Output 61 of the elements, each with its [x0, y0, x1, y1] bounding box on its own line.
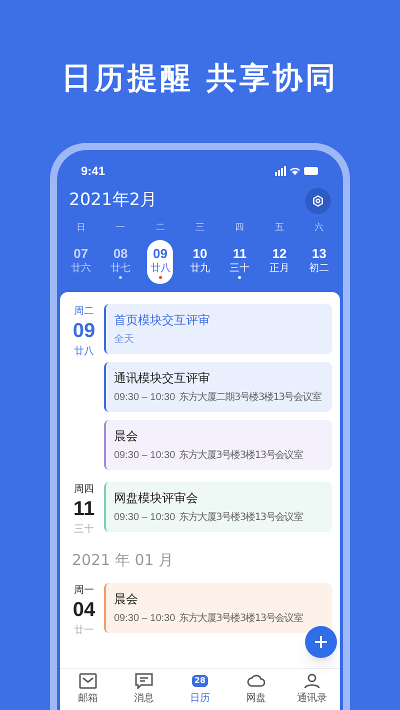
event-title: 首页模块交互评审 [114, 312, 211, 328]
weekday-text: 周二 [74, 304, 94, 318]
event-card[interactable]: 首页模块交互评审 全天 [104, 304, 332, 354]
date-number: 04 [72, 598, 96, 623]
weekday-label: 三 [194, 222, 206, 235]
day-cell[interactable]: 11 三十 [226, 240, 253, 284]
event-card[interactable]: 网盘模块评审会 09:30 – 10:30 东方大厦3号楼3楼13号会议室 [104, 482, 332, 532]
event-location: 东方大厦3号楼3楼13号会议室 [179, 612, 303, 626]
event-card[interactable]: 晨会 09:30 – 10:30 东方大厦3号楼3楼13号会议室 [104, 583, 332, 633]
weekday-label: 一 [115, 222, 126, 235]
day-cell[interactable]: 08 廿七 [108, 240, 134, 284]
event-time: 09:30 – 10:30 [114, 390, 176, 404]
month-heading: 2021 年 01 月 [71, 550, 175, 570]
lunar-text: 廿一 [74, 624, 94, 638]
day-cell[interactable]: 12 正月 [266, 240, 292, 284]
calendar-icon: 28 [192, 675, 208, 687]
tab-item[interactable]: 通讯录 [284, 673, 340, 706]
message-icon [135, 673, 153, 689]
date-number: 09 [72, 318, 96, 344]
event-title: 网盘模块评审会 [114, 490, 199, 506]
day-cell[interactable]: 07 廿六 [68, 240, 94, 284]
mail-icon [79, 673, 97, 689]
status-icons [275, 166, 319, 176]
day-cell[interactable]: 10 廿九 [186, 240, 213, 284]
event-time: 09:30 – 10:30 [114, 510, 176, 524]
event-time: 全天 [114, 332, 134, 346]
lunar-text: 廿八 [74, 344, 94, 358]
tab-item[interactable]: 邮箱 [60, 673, 116, 706]
weekday-text: 周四 [74, 482, 94, 496]
weekday-label: 日 [75, 222, 86, 235]
status-time: 9:41 [81, 163, 106, 180]
weekday-text: 周一 [74, 584, 94, 598]
weekday-label: 五 [274, 222, 285, 235]
weekday-label: 四 [234, 222, 246, 235]
event-location: 东方大厦3号楼3楼13号会议室 [179, 448, 303, 462]
add-button[interactable] [305, 626, 337, 658]
headline: 日历提醒 共享协同 [61, 60, 339, 98]
tab-item[interactable]: 消息 [116, 673, 172, 706]
date-number: 11 [73, 496, 95, 522]
event-time: 09:30 – 10:30 [114, 448, 176, 462]
settings-button[interactable] [305, 188, 331, 214]
event-title: 晨会 [114, 591, 139, 608]
event-time: 09:30 – 10:30 [114, 612, 176, 626]
weekday-label: 六 [314, 222, 325, 235]
lunar-text: 三十 [74, 522, 94, 536]
tab-item[interactable]: 网盘 [228, 673, 284, 706]
event-title: 通讯模块交互评审 [114, 370, 211, 386]
event-title: 晨会 [114, 428, 139, 444]
cloud-icon [247, 673, 265, 689]
event-card[interactable]: 通讯模块交互评审 09:30 – 10:30 东方大厦二期3号楼3楼13号会议室 [104, 362, 332, 412]
tab-item[interactable]: 28 日历 [172, 673, 228, 706]
event-location: 东方大厦3号楼3楼13号会议室 [179, 510, 303, 524]
plus-icon [314, 635, 328, 649]
settings-icon [312, 195, 324, 207]
event-location: 东方大厦二期3号楼3楼13号会议室 [179, 390, 322, 404]
weekday-label: 二 [154, 222, 166, 235]
day-cell[interactable]: 13 初二 [306, 240, 332, 284]
person-icon [303, 673, 321, 689]
event-card[interactable]: 晨会 09:30 – 10:30 东方大厦3号楼3楼13号会议室 [104, 420, 332, 470]
month-title: 2021年2月 [69, 189, 158, 212]
day-cell[interactable]: 09 廿八 [147, 240, 174, 284]
